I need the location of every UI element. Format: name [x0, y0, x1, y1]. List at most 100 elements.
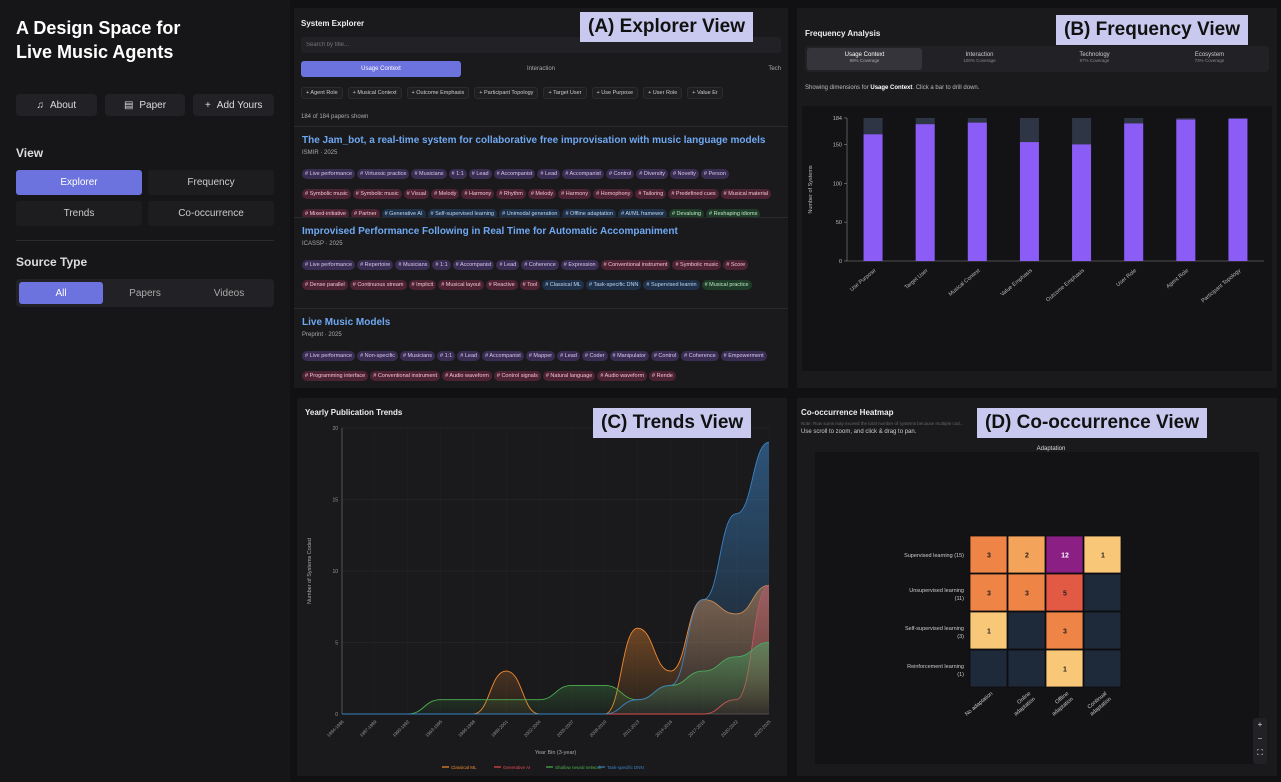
tag-chip[interactable]: # Musical material — [720, 189, 771, 199]
tag-chip[interactable]: # 1:1 — [437, 351, 456, 361]
paper-title[interactable]: Live Music Models — [302, 317, 780, 328]
cooccurrence-heatmap[interactable]: AdaptationLearning AlgorithmSupervised l… — [815, 444, 1277, 766]
tag-chip[interactable]: # Tool — [519, 280, 541, 290]
tag-chip[interactable]: # Implicit — [408, 280, 437, 290]
zoom-out-button[interactable]: − — [1253, 732, 1267, 746]
tab-usage-context[interactable]: Usage Context — [301, 61, 461, 77]
filter-chip[interactable]: + Outcome Emphasis — [406, 87, 470, 99]
tab-interaction[interactable]: Interaction — [461, 61, 621, 77]
paper-card[interactable]: Improvised Performance Following in Real… — [294, 217, 788, 308]
tag-chip[interactable]: # Diversity — [636, 169, 668, 179]
tag-chip[interactable]: # Devaluing — [668, 209, 705, 217]
tag-chip[interactable]: # Mixed-initiative — [302, 209, 349, 217]
tag-chip[interactable]: # Conventional instrument — [370, 371, 441, 381]
tag-chip[interactable]: # Mapper — [525, 351, 556, 361]
add-yours-button[interactable]: + Add Yours — [193, 94, 275, 116]
tag-chip[interactable]: # Audio waveform — [597, 371, 648, 381]
tag-chip[interactable]: # Lead — [537, 169, 561, 179]
tag-chip[interactable]: # Lead — [557, 351, 580, 361]
frequency-bar-chart[interactable]: 050100150184Number of SystemsUse Purpose… — [802, 106, 1272, 371]
paper-button[interactable]: ▤ Paper — [104, 94, 186, 116]
tag-chip[interactable]: # AI/ML framewor — [618, 209, 667, 217]
tag-chip[interactable]: # Manipulator — [609, 351, 649, 361]
tag-chip[interactable]: # Lead — [468, 169, 492, 179]
filter-chip[interactable]: + User Role — [643, 87, 683, 99]
source-all-button[interactable]: All — [19, 282, 103, 304]
view-frequency-button[interactable]: Frequency — [148, 170, 274, 195]
tag-chip[interactable]: # Reactive — [485, 280, 518, 290]
tag-chip[interactable]: # 1:1 — [432, 260, 451, 270]
source-videos-button[interactable]: Videos — [187, 282, 271, 304]
tag-chip[interactable]: # Non-specific — [357, 351, 398, 361]
tag-chip[interactable]: # Generative AI — [381, 209, 426, 217]
tag-chip[interactable]: # Programming interface — [302, 371, 369, 381]
tag-chip[interactable]: # Novelty — [669, 169, 699, 179]
tag-chip[interactable]: # Empowerment — [720, 351, 767, 361]
tag-chip[interactable]: # Rende — [649, 371, 676, 381]
tag-chip[interactable]: # Live performance — [302, 169, 356, 179]
tag-chip[interactable]: # Accompanist — [493, 169, 536, 179]
view-explorer-button[interactable]: Explorer — [16, 170, 142, 195]
filter-chip[interactable]: + Value Er — [687, 87, 723, 99]
filter-chip[interactable]: + Participant Topology — [474, 87, 539, 99]
paper-card[interactable]: Live Music Models Preprint · 2025 # Live p… — [294, 308, 788, 388]
tag-chip[interactable]: # Lead — [457, 351, 481, 361]
paper-card[interactable]: The Jam_bot, a real-time system for coll… — [294, 126, 788, 217]
tag-chip[interactable]: # Continuous stream — [349, 280, 407, 290]
tag-chip[interactable]: # Person — [700, 169, 729, 179]
tag-chip[interactable]: # Coherence — [681, 351, 719, 361]
tag-chip[interactable]: # Harmony — [558, 189, 592, 199]
tag-chip[interactable]: # Musicians — [399, 351, 435, 361]
tag-chip[interactable]: # Lead — [496, 260, 520, 270]
tag-chip[interactable]: # Reshaping idioms — [706, 209, 761, 217]
tag-chip[interactable]: # Visual — [403, 189, 430, 199]
tag-chip[interactable]: # Unimodal generation — [499, 209, 561, 217]
tag-chip[interactable]: # Control signals — [493, 371, 541, 381]
tag-chip[interactable]: # Harmony — [461, 189, 495, 199]
filter-chip[interactable]: + Target User — [543, 87, 587, 99]
tag-chip[interactable]: # 1:1 — [448, 169, 467, 179]
tag-chip[interactable]: # Natural language — [542, 371, 596, 381]
tag-chip[interactable]: # Offline adaptation — [562, 209, 617, 217]
tag-chip[interactable]: # Coherence — [521, 260, 559, 270]
tag-chip[interactable]: # Symbolic music — [302, 189, 351, 199]
tag-chip[interactable]: # Live performance — [302, 260, 356, 270]
tag-chip[interactable]: # Audio waveform — [442, 371, 492, 381]
tag-chip[interactable]: # Repertoire — [357, 260, 394, 270]
tag-chip[interactable]: # Task-specific DNN — [585, 280, 642, 290]
view-trends-button[interactable]: Trends — [16, 201, 142, 226]
tag-chip[interactable]: # Accompanist — [452, 260, 495, 270]
tag-chip[interactable]: # Conventional instrument — [600, 260, 671, 270]
tab-technology[interactable]: Tech — [621, 61, 781, 77]
tag-chip[interactable]: # Live performance — [302, 351, 356, 361]
tag-chip[interactable]: # Control — [605, 169, 635, 179]
tag-chip[interactable]: # Coder — [581, 351, 608, 361]
tag-chip[interactable]: # Musical practice — [701, 280, 752, 290]
tab-ecosystem[interactable]: Ecosystem 73% Coverage — [1152, 48, 1267, 70]
tag-chip[interactable]: # Dense parallel — [302, 280, 348, 290]
tag-chip[interactable]: # Classical ML — [542, 280, 584, 290]
tag-chip[interactable]: # Tailoring — [635, 189, 667, 199]
tab-interaction[interactable]: Interaction 100% Coverage — [922, 48, 1037, 70]
tag-chip[interactable]: # Self-supervised learning — [427, 209, 498, 217]
tag-chip[interactable]: # Melody — [527, 189, 557, 199]
zoom-in-button[interactable]: + — [1253, 718, 1267, 732]
tag-chip[interactable]: # Predefined cues — [668, 189, 719, 199]
tab-technology[interactable]: Technology 97% Coverage — [1037, 48, 1152, 70]
tab-usage-context[interactable]: Usage Context 99% Coverage — [807, 48, 922, 70]
tag-chip[interactable]: # Score — [723, 260, 749, 270]
tag-chip[interactable]: # Accompanist — [482, 351, 524, 361]
tag-chip[interactable]: # Partner — [350, 209, 380, 217]
filter-chip[interactable]: + Musical Context — [347, 87, 402, 99]
view-cooccurrence-button[interactable]: Co-occurrence — [148, 201, 274, 226]
tag-chip[interactable]: # Expression — [560, 260, 599, 270]
fit-view-button[interactable]: ⛶ — [1253, 746, 1267, 760]
tag-chip[interactable]: # Rhythm — [496, 189, 526, 199]
tag-chip[interactable]: # Accompanist — [562, 169, 604, 179]
filter-chip[interactable]: + Agent Role — [301, 87, 343, 99]
tag-chip[interactable]: # Musicians — [395, 260, 431, 270]
tag-chip[interactable]: # Symbolic music — [352, 189, 402, 199]
tag-chip[interactable]: # Supervised learnin — [643, 280, 700, 290]
paper-title[interactable]: The Jam_bot, a real-time system for coll… — [302, 135, 780, 146]
tag-chip[interactable]: # Virtuosic practice — [357, 169, 410, 179]
